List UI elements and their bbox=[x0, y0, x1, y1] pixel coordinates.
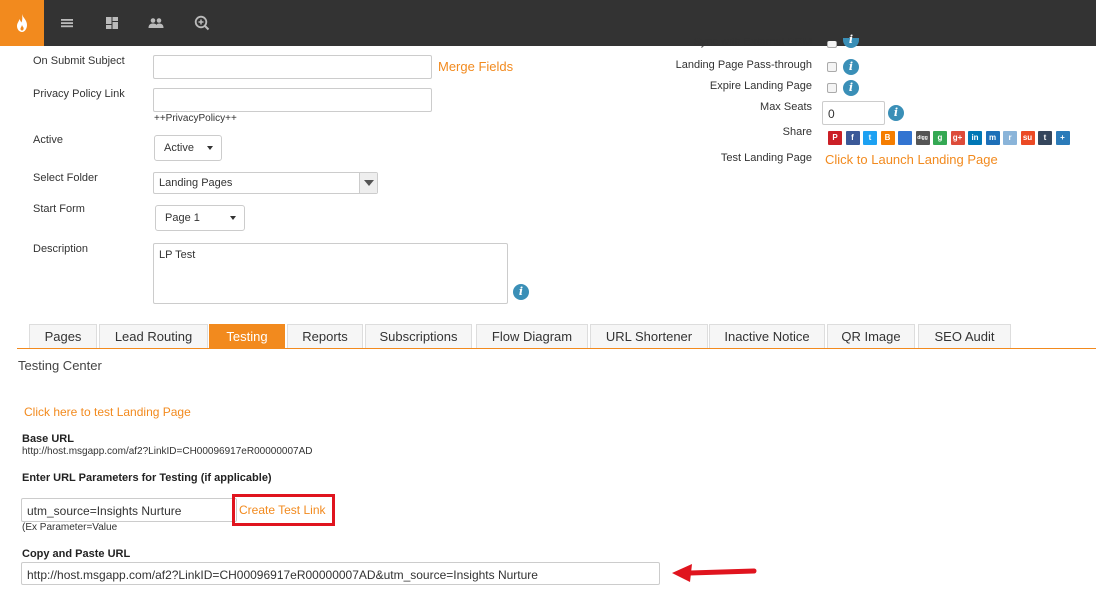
info-icon[interactable]: i bbox=[843, 80, 859, 96]
more-share-icon[interactable]: + bbox=[1055, 131, 1070, 145]
launch-landing-page-link[interactable]: Click to Launch Landing Page bbox=[825, 152, 998, 167]
stumbleupon-icon[interactable]: su bbox=[1020, 131, 1035, 145]
on-submit-subject-input[interactable] bbox=[153, 55, 432, 79]
create-test-link-button[interactable]: Create Test Link bbox=[239, 503, 326, 517]
on-submit-subject-label: On Submit Subject bbox=[33, 55, 125, 67]
linkedin-icon[interactable]: in bbox=[968, 131, 982, 145]
red-arrow-icon bbox=[672, 564, 757, 582]
sync-crm-label: Sync with External CRM bbox=[693, 38, 812, 48]
tab-inactive-notice[interactable]: Inactive Notice bbox=[709, 324, 825, 348]
dashboard-icon[interactable] bbox=[90, 0, 134, 46]
myspace-icon[interactable]: m bbox=[985, 131, 1000, 145]
select-folder-value: Landing Pages bbox=[159, 177, 233, 189]
google-plus-icon[interactable]: g+ bbox=[950, 131, 965, 145]
share-label: Share bbox=[782, 126, 812, 138]
people-icon[interactable] bbox=[134, 0, 178, 46]
description-label: Description bbox=[33, 243, 89, 255]
expire-label: Expire Landing Page bbox=[709, 80, 812, 92]
chevron-down-icon bbox=[364, 180, 374, 186]
chevron-down-icon bbox=[207, 146, 213, 150]
testing-center-title: Testing Center bbox=[18, 358, 102, 373]
start-form-select[interactable]: Page 1 bbox=[155, 205, 245, 231]
start-form-label: Start Form bbox=[33, 203, 85, 215]
test-landing-page-link[interactable]: Click here to test Landing Page bbox=[24, 405, 191, 419]
blogger-icon[interactable]: B bbox=[880, 131, 895, 145]
copy-paste-url-input[interactable]: http://host.msgapp.com/af2?LinkID=CH0009… bbox=[21, 562, 660, 585]
sync-crm-checkbox[interactable] bbox=[827, 41, 837, 48]
active-select[interactable]: Active bbox=[154, 135, 222, 161]
privacy-policy-label: Privacy Policy Link bbox=[33, 88, 125, 100]
privacy-policy-input[interactable] bbox=[153, 88, 432, 112]
digg-icon[interactable]: digg bbox=[915, 131, 930, 145]
tab-lead-routing[interactable]: Lead Routing bbox=[99, 324, 208, 348]
tab-qr-image[interactable]: QR Image bbox=[827, 324, 915, 348]
url-params-input[interactable]: utm_source=Insights Nurture bbox=[21, 498, 237, 522]
google-icon[interactable]: g bbox=[933, 131, 947, 145]
flame-icon[interactable] bbox=[0, 0, 44, 46]
tumblr-icon[interactable]: t bbox=[1038, 131, 1052, 145]
max-seats-label: Max Seats bbox=[760, 101, 812, 113]
passthrough-checkbox[interactable] bbox=[827, 62, 837, 72]
tab-url-shortener[interactable]: URL Shortener bbox=[590, 324, 708, 348]
params-example-hint: (Ex Parameter=Value bbox=[22, 522, 118, 533]
passthrough-label: Landing Page Pass-through bbox=[675, 59, 812, 71]
info-icon[interactable]: i bbox=[888, 105, 904, 121]
base-url-label: Base URL bbox=[22, 433, 74, 445]
description-textarea[interactable]: LP Test bbox=[153, 243, 508, 304]
delicious-icon[interactable] bbox=[898, 131, 912, 145]
tab-subscriptions[interactable]: Subscriptions bbox=[365, 324, 472, 348]
active-label: Active bbox=[33, 134, 63, 146]
select-folder-label: Select Folder bbox=[33, 172, 98, 184]
privacy-policy-hint: ++PrivacyPolicy++ bbox=[154, 113, 237, 124]
twitter-icon[interactable]: t bbox=[863, 131, 877, 145]
tab-testing[interactable]: Testing bbox=[209, 324, 285, 348]
copy-paste-url-label: Copy and Paste URL bbox=[22, 548, 131, 560]
pinterest-icon[interactable]: P bbox=[828, 131, 842, 145]
start-form-value: Page 1 bbox=[165, 212, 200, 224]
search-plus-icon[interactable] bbox=[180, 0, 224, 46]
reddit-icon[interactable]: r bbox=[1003, 131, 1017, 145]
chevron-down-icon bbox=[230, 216, 236, 220]
facebook-icon[interactable]: f bbox=[845, 131, 860, 145]
max-seats-input[interactable]: 0 bbox=[822, 101, 885, 125]
tab-underline bbox=[17, 348, 1096, 349]
select-folder-dropdown[interactable]: Landing Pages bbox=[153, 172, 378, 194]
info-icon[interactable]: i bbox=[843, 59, 859, 75]
active-select-value: Active bbox=[164, 142, 194, 154]
test-landing-page-label: Test Landing Page bbox=[720, 152, 812, 164]
dropdown-arrow-box bbox=[359, 173, 377, 193]
tab-reports[interactable]: Reports bbox=[287, 324, 363, 348]
info-icon[interactable]: i bbox=[843, 34, 859, 48]
info-icon[interactable]: i bbox=[513, 284, 529, 300]
tab-seo-audit[interactable]: SEO Audit bbox=[918, 324, 1011, 348]
tab-pages[interactable]: Pages bbox=[29, 324, 97, 348]
expire-checkbox[interactable] bbox=[827, 83, 837, 93]
merge-fields-link[interactable]: Merge Fields bbox=[438, 59, 513, 74]
menu-icon[interactable] bbox=[45, 0, 89, 46]
url-params-label: Enter URL Parameters for Testing (if app… bbox=[22, 472, 272, 484]
base-url-value: http://host.msgapp.com/af2?LinkID=CH0009… bbox=[22, 446, 313, 457]
tab-flow-diagram[interactable]: Flow Diagram bbox=[476, 324, 588, 348]
top-navigation-bar bbox=[0, 0, 1096, 46]
